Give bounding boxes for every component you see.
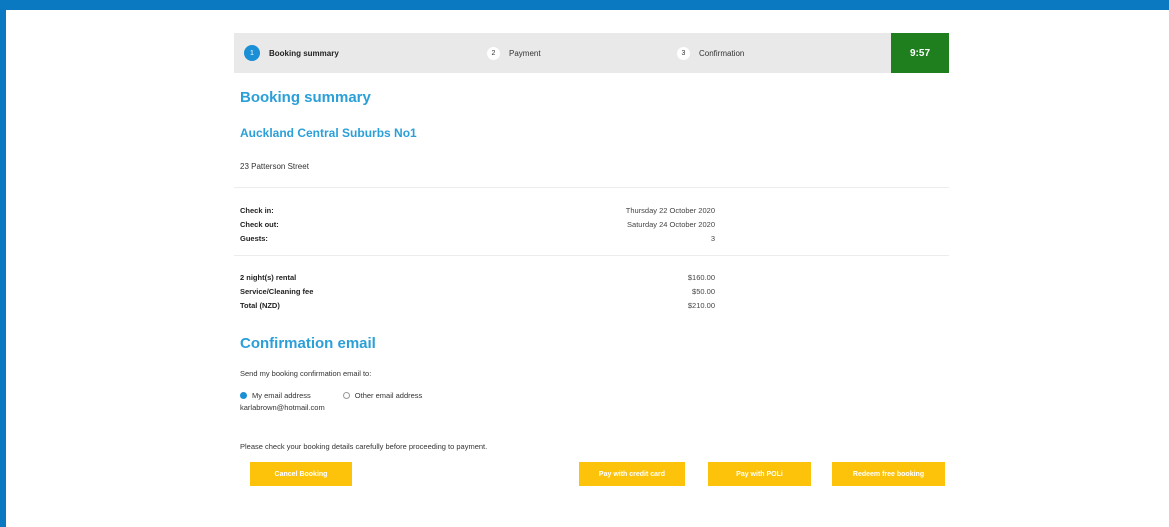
user-email-address: karlabrown@hotmail.com xyxy=(240,403,325,412)
cancel-booking-button[interactable]: Cancel Booking xyxy=(250,462,352,486)
step-payment: 2 Payment xyxy=(487,33,541,73)
action-buttons: Cancel Booking Pay with credit card Pay … xyxy=(234,462,949,486)
countdown-timer: 9:57 xyxy=(891,33,949,73)
price-row-fee: Service/Cleaning fee $50.00 xyxy=(240,285,715,299)
booking-content: 1 Booking summary 2 Payment 3 Confirmati… xyxy=(234,33,949,486)
radio-unselected-icon[interactable] xyxy=(342,392,350,399)
pay-credit-card-button[interactable]: Pay with credit card xyxy=(579,462,685,486)
price-value: $160.00 xyxy=(687,273,715,282)
property-name: Auckland Central Suburbs No1 xyxy=(240,126,417,140)
detail-row-check-in: Check in: Thursday 22 October 2020 xyxy=(240,204,715,218)
confirmation-email-title: Confirmation email xyxy=(240,335,376,352)
detail-value: 3 xyxy=(710,234,715,243)
payment-notice: Please check your booking details carefu… xyxy=(240,442,488,451)
detail-row-guests: Guests: 3 xyxy=(240,232,715,246)
radio-label: My email address xyxy=(252,391,311,400)
radio-label: Other email address xyxy=(354,391,423,400)
step-number: 2 xyxy=(487,46,500,60)
property-address: 23 Patterson Street xyxy=(240,162,309,171)
step-booking-summary: 1 Booking summary xyxy=(244,33,339,73)
page-frame: 1 Booking summary 2 Payment 3 Confirmati… xyxy=(6,10,1169,527)
step-number: 1 xyxy=(244,45,260,61)
send-email-label: Send my booking confirmation email to: xyxy=(240,369,372,378)
price-value: $50.00 xyxy=(692,287,715,296)
step-confirmation: 3 Confirmation xyxy=(677,33,744,73)
detail-label: Check in: xyxy=(240,206,274,215)
step-label: Confirmation xyxy=(699,48,745,58)
detail-value: Saturday 24 October 2020 xyxy=(627,220,715,229)
email-choice-group: My email address Other email address xyxy=(240,391,949,400)
step-label: Booking summary xyxy=(269,48,339,58)
stay-details: Check in: Thursday 22 October 2020 Check… xyxy=(240,204,715,246)
pay-poli-button[interactable]: Pay with POLi xyxy=(708,462,811,486)
radio-other-email[interactable]: Other email address xyxy=(342,391,423,400)
progress-steps: 1 Booking summary 2 Payment 3 Confirmati… xyxy=(234,33,949,73)
page-title: Booking summary xyxy=(240,89,371,106)
divider xyxy=(234,187,949,188)
radio-my-email[interactable]: My email address xyxy=(240,391,311,400)
price-breakdown: 2 night(s) rental $160.00 Service/Cleani… xyxy=(240,271,715,313)
detail-label: Guests: xyxy=(240,234,268,243)
price-row-rental: 2 night(s) rental $160.00 xyxy=(240,271,715,285)
price-row-total: Total (NZD) $210.00 xyxy=(240,299,715,313)
price-value: $210.00 xyxy=(687,301,715,310)
detail-label: Check out: xyxy=(240,220,279,229)
radio-selected-icon[interactable] xyxy=(240,392,247,399)
price-label: Total (NZD) xyxy=(240,301,280,310)
step-label: Payment xyxy=(509,48,541,58)
step-number: 3 xyxy=(677,46,690,60)
redeem-free-booking-button[interactable]: Redeem free booking xyxy=(832,462,945,486)
detail-row-check-out: Check out: Saturday 24 October 2020 xyxy=(240,218,715,232)
price-label: Service/Cleaning fee xyxy=(240,287,314,296)
divider xyxy=(234,255,949,256)
detail-value: Thursday 22 October 2020 xyxy=(625,206,715,215)
price-label: 2 night(s) rental xyxy=(240,273,297,282)
